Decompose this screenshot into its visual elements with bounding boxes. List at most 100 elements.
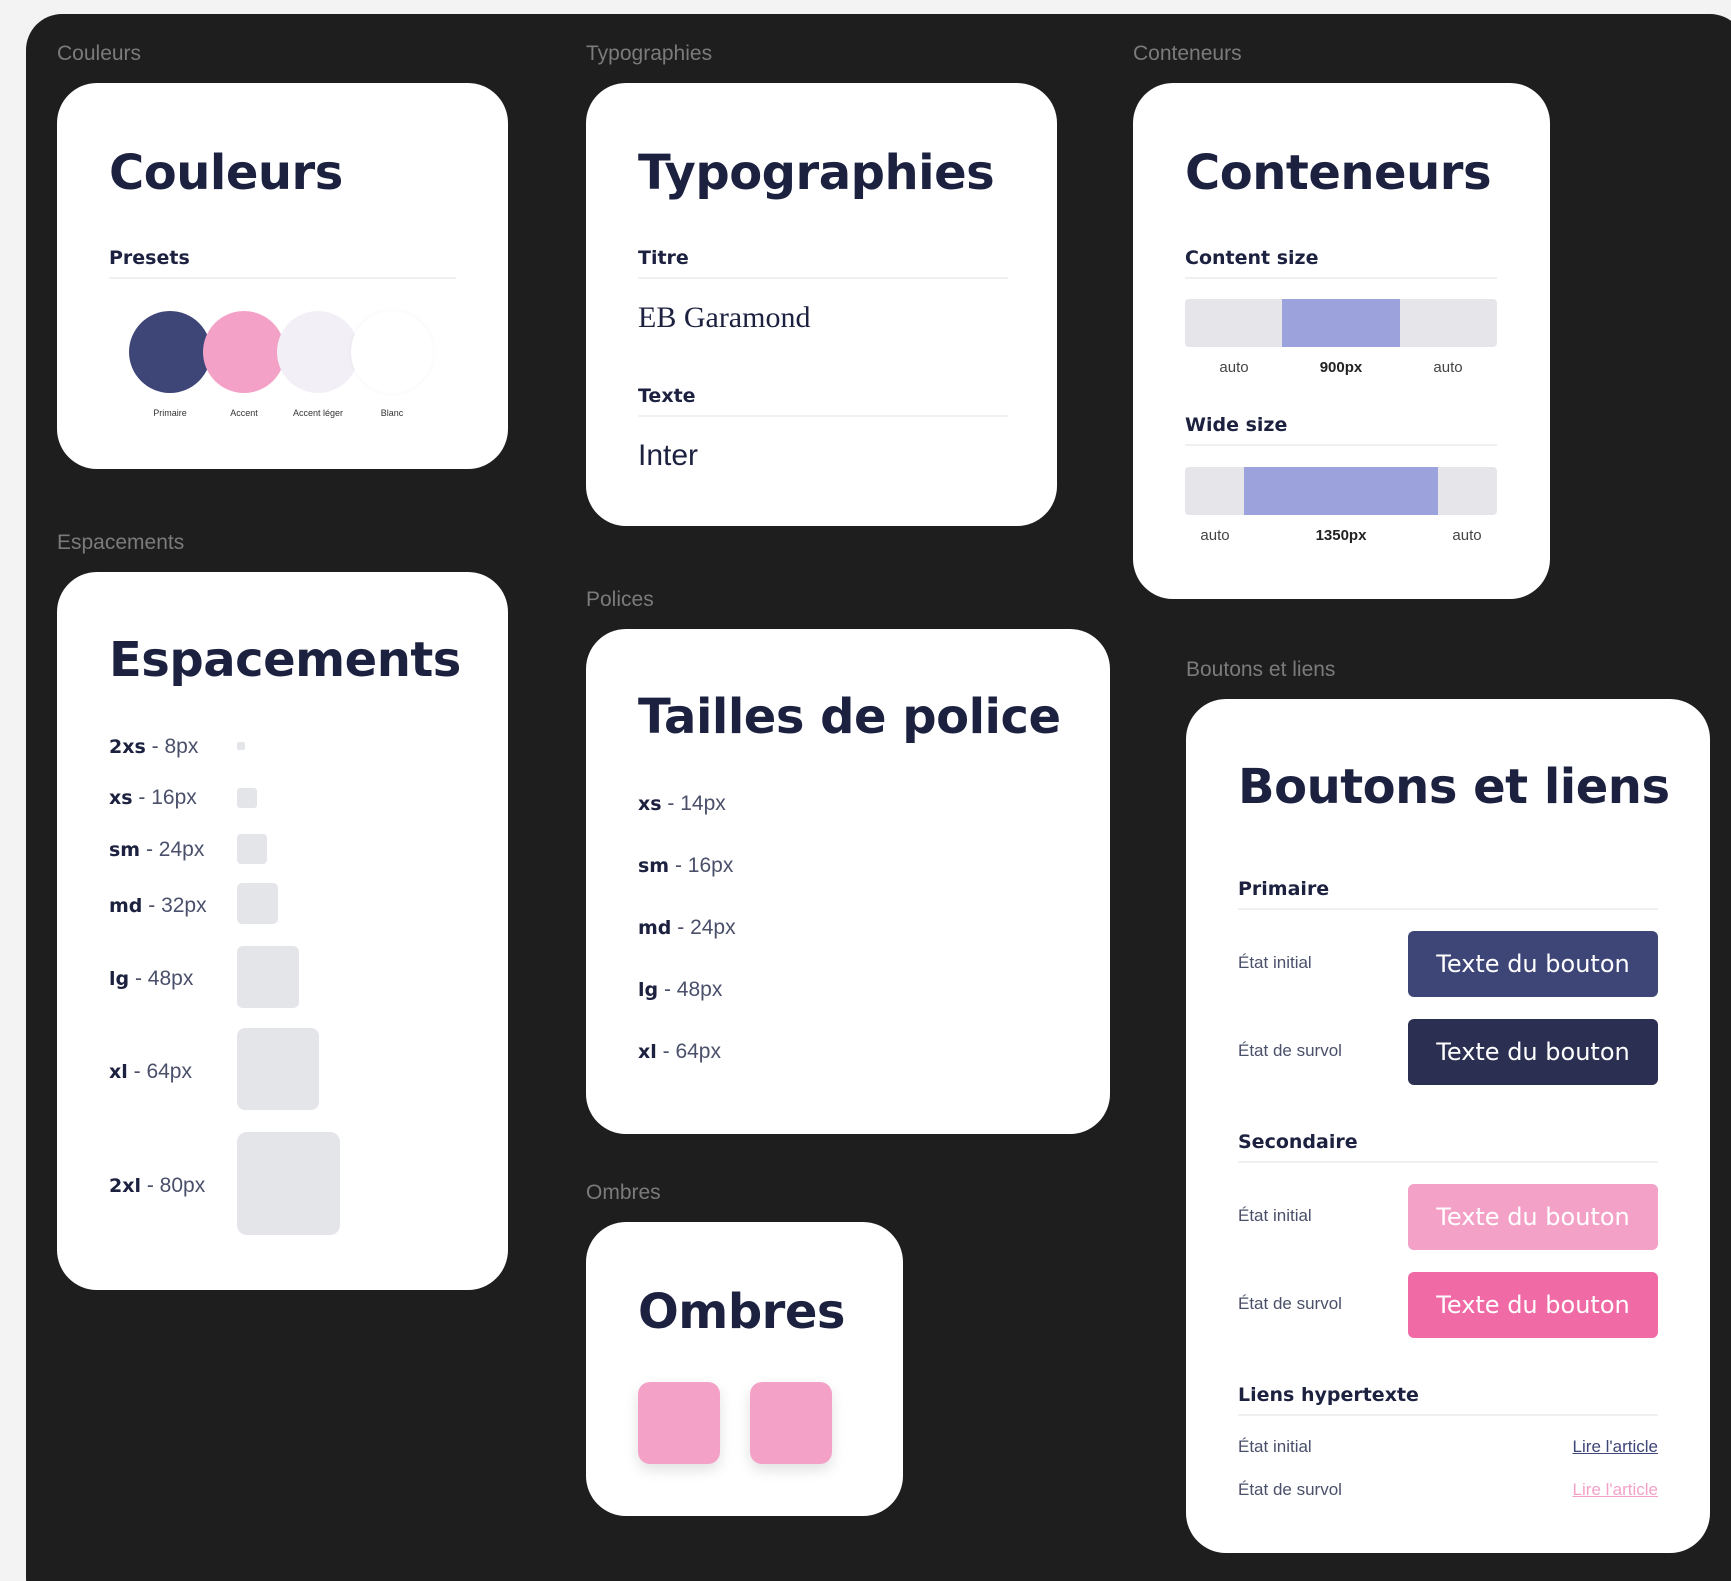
spacing-row-xl: xl - 64px bbox=[109, 1060, 192, 1083]
spacing-name: 2xl bbox=[109, 1175, 141, 1197]
section-label-polices: Polices bbox=[586, 588, 654, 611]
primary-button-initial[interactable]: Texte du bouton bbox=[1408, 931, 1658, 997]
conteneurs-card[interactable]: Conteneurs Content size auto 900px auto … bbox=[1133, 83, 1550, 599]
link-hover[interactable]: Lire l'article bbox=[1573, 1480, 1658, 1500]
swatch-accent-leger[interactable] bbox=[277, 311, 359, 393]
presets-heading: Presets bbox=[109, 247, 190, 269]
titre-font-sample: EB Garamond bbox=[638, 301, 811, 334]
spacing-name: sm bbox=[109, 839, 141, 861]
divider bbox=[638, 277, 1008, 279]
spacing-value: 16px bbox=[151, 786, 197, 809]
spacing-preview-xs bbox=[237, 788, 257, 808]
spacing-value: 32px bbox=[161, 894, 207, 917]
spacing-name: 2xs bbox=[109, 736, 146, 758]
shadow-sample-1 bbox=[638, 1382, 720, 1464]
state-label: État de survol bbox=[1238, 1041, 1342, 1060]
secondary-button-initial[interactable]: Texte du bouton bbox=[1408, 1184, 1658, 1250]
fontsize-value: 24px bbox=[690, 916, 736, 939]
spacing-preview-sm bbox=[237, 834, 267, 864]
content-size-heading: Content size bbox=[1185, 247, 1319, 269]
spacing-row-md: md - 32px bbox=[109, 894, 207, 917]
state-label: État initial bbox=[1238, 1437, 1312, 1456]
texte-heading: Texte bbox=[638, 385, 696, 407]
card-title: Typographies bbox=[638, 145, 995, 201]
card-title: Boutons et liens bbox=[1238, 759, 1670, 815]
swatch-label: Accent bbox=[230, 408, 258, 418]
divider bbox=[1185, 277, 1497, 279]
primary-button-hover[interactable]: Texte du bouton bbox=[1408, 1019, 1658, 1085]
secondaire-heading: Secondaire bbox=[1238, 1131, 1358, 1153]
titre-heading: Titre bbox=[638, 247, 689, 269]
boutons-card[interactable]: Boutons et liens Primaire État initial T… bbox=[1186, 699, 1710, 1553]
spacing-name: lg bbox=[109, 968, 130, 990]
fontsize-row-lg: lg - 48px bbox=[638, 978, 723, 1001]
bar-label: auto bbox=[1452, 527, 1482, 544]
spacing-preview-md bbox=[237, 883, 278, 924]
fontsize-name: xs bbox=[638, 793, 662, 815]
section-label-typographies: Typographies bbox=[586, 42, 713, 65]
secondary-button-hover[interactable]: Texte du bouton bbox=[1408, 1272, 1658, 1338]
swatch-label: Blanc bbox=[380, 408, 404, 418]
couleurs-card[interactable]: Couleurs Presets Primaire Accent Accent … bbox=[57, 83, 508, 469]
card-title: Ombres bbox=[638, 1284, 845, 1340]
state-label: État initial bbox=[1238, 953, 1312, 972]
espacements-card[interactable]: Espacements 2xs - 8px xs - 16px sm - 24p… bbox=[57, 572, 508, 1290]
swatch-label: Primaire bbox=[153, 408, 187, 418]
section-label-couleurs: Couleurs bbox=[57, 42, 142, 65]
wide-size-bar bbox=[1185, 467, 1497, 515]
ombres-card[interactable]: Ombres bbox=[586, 1222, 903, 1516]
fontsize-row-sm: sm - 16px bbox=[638, 854, 734, 877]
fontsize-row-xl: xl - 64px bbox=[638, 1040, 721, 1063]
content-size-bar bbox=[1185, 299, 1497, 347]
fontsize-value: 16px bbox=[687, 854, 734, 877]
divider bbox=[1238, 1414, 1658, 1416]
section-label-conteneurs: Conteneurs bbox=[1133, 42, 1242, 65]
card-title: Tailles de police bbox=[638, 689, 1061, 745]
state-label: État de survol bbox=[1238, 1294, 1342, 1313]
liens-heading: Liens hypertexte bbox=[1238, 1384, 1419, 1406]
bar-label: auto bbox=[1200, 527, 1230, 544]
card-title: Couleurs bbox=[109, 145, 343, 201]
bar-label: 900px bbox=[1319, 359, 1363, 376]
card-title: Espacements bbox=[109, 632, 461, 688]
link-initial[interactable]: Lire l'article bbox=[1573, 1437, 1658, 1457]
spacing-value: 8px bbox=[164, 735, 199, 758]
fontsize-value: 48px bbox=[676, 978, 723, 1001]
section-label-boutons: Boutons et liens bbox=[1186, 658, 1336, 681]
divider bbox=[1238, 908, 1658, 910]
swatch-accent[interactable] bbox=[203, 311, 285, 393]
bar-label: auto bbox=[1219, 359, 1249, 376]
section-label-ombres: Ombres bbox=[586, 1181, 661, 1204]
spacing-row-2xl: 2xl - 80px bbox=[109, 1174, 206, 1197]
polices-card[interactable]: Tailles de police xs - 14px sm - 16px md… bbox=[586, 629, 1110, 1134]
fontsize-row-xs: xs - 14px bbox=[638, 792, 726, 815]
divider bbox=[109, 277, 456, 279]
state-label: État initial bbox=[1238, 1206, 1312, 1225]
typographies-card[interactable]: Typographies Titre EB Garamond Texte Int… bbox=[586, 83, 1057, 526]
fontsize-name: md bbox=[638, 917, 672, 939]
fontsize-value: 64px bbox=[675, 1040, 721, 1063]
card-title: Conteneurs bbox=[1185, 145, 1492, 201]
swatch-primaire[interactable] bbox=[129, 311, 211, 393]
spacing-row-sm: sm - 24px bbox=[109, 838, 205, 861]
bar-label: auto bbox=[1433, 359, 1463, 376]
fontsize-value: 14px bbox=[680, 792, 726, 815]
wide-size-fill bbox=[1244, 467, 1438, 515]
shadow-sample-2 bbox=[750, 1382, 832, 1464]
texte-font-sample: Inter bbox=[638, 439, 699, 472]
swatch-label: Accent léger bbox=[292, 408, 344, 418]
fontsize-name: sm bbox=[638, 855, 670, 877]
spacing-row-lg: lg - 48px bbox=[109, 967, 194, 990]
wide-size-heading: Wide size bbox=[1185, 414, 1288, 436]
content-size-fill bbox=[1282, 299, 1400, 347]
swatch-blanc[interactable] bbox=[351, 311, 433, 393]
section-label-espacements: Espacements bbox=[57, 531, 185, 554]
spacing-preview-lg bbox=[237, 946, 299, 1008]
primaire-heading: Primaire bbox=[1238, 878, 1330, 900]
spacing-name: md bbox=[109, 895, 143, 917]
divider bbox=[1185, 444, 1497, 446]
fontsize-row-md: md - 24px bbox=[638, 916, 736, 939]
spacing-row-2xs: 2xs - 8px bbox=[109, 735, 199, 758]
spacing-value: 80px bbox=[159, 1174, 206, 1197]
spacing-value: 64px bbox=[146, 1060, 192, 1083]
